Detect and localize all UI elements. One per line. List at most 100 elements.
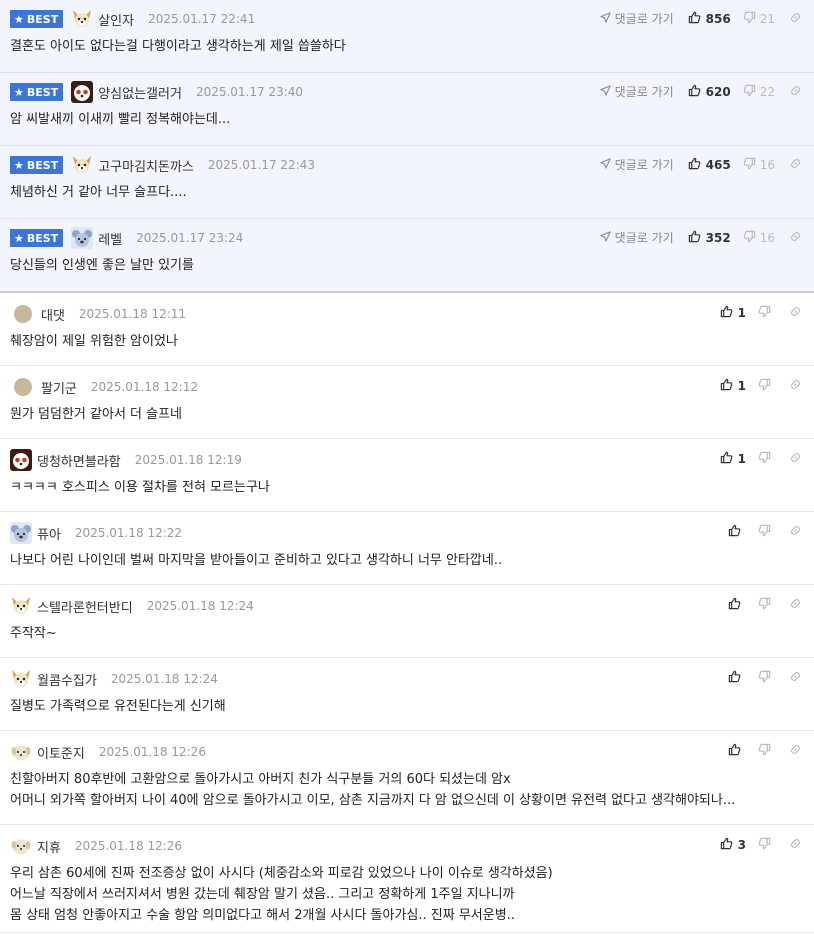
nickname[interactable]: 양심없는갤러거 [98,83,182,102]
nickname[interactable]: 댕청하면블라함 [37,451,121,470]
comment-text: 뭔가 덤덤한거 같아서 더 슬프네 [10,407,183,422]
nickname[interactable]: 월콤수집가 [37,670,97,689]
like-button[interactable]: 1 [720,378,746,394]
nickname[interactable]: 퓨아 [37,524,61,543]
go-to-reply-link[interactable]: 댓글로 가기 [600,83,674,100]
link-button[interactable] [789,230,802,246]
go-to-reply-link[interactable]: 댓글로 가기 [600,10,674,27]
dog-avatar[interactable] [71,154,93,176]
comment-actions [728,597,802,613]
comment-actions [728,743,802,759]
dog-avatar[interactable] [10,668,32,690]
dislike-button[interactable] [758,524,775,540]
dot-avatar[interactable] [14,305,32,323]
comment-text: 나보다 어린 나이인데 벌써 마지막을 받아들이고 준비하고 있다고 생각하니 … [10,553,503,568]
nickname[interactable]: 대댓 [41,305,65,324]
dislike-button[interactable] [758,597,775,613]
comment-actions: 댓글로 가기 465 16 [600,156,802,173]
nickname[interactable]: 지휴 [37,837,61,856]
like-button[interactable] [728,743,746,759]
like-button[interactable] [728,597,746,613]
dislike-count: 22 [759,84,775,99]
dislike-button[interactable] [758,743,775,759]
like-button[interactable]: 856 [688,11,731,27]
dislike-button[interactable] [758,305,775,321]
send-icon [600,11,611,26]
thumbs-down-icon [743,157,756,173]
dislike-button[interactable] [758,837,775,853]
comment-actions: 댓글로 가기 620 22 [600,83,802,100]
link-button[interactable] [789,670,802,686]
thumbs-up-icon [728,524,741,540]
dog-avatar[interactable] [71,8,93,30]
like-button[interactable]: 352 [688,230,731,246]
dislike-button[interactable]: 16 [743,157,775,173]
comment: 퓨아 2025.01.18 12:22 나보다 어린 나이인데 벌써 마지막을 받아… [0,512,814,585]
dislike-button[interactable]: 21 [743,11,775,27]
timestamp: 2025.01.18 12:12 [90,380,198,394]
like-count: 856 [705,11,731,26]
puppy-avatar[interactable] [10,741,32,763]
dislike-button[interactable] [758,378,775,394]
nickname[interactable]: 레벨 [98,229,122,248]
dislike-button[interactable]: 16 [743,230,775,246]
link-button[interactable] [789,524,802,540]
thumbs-down-icon [758,378,771,394]
comment-text: ㅋㅋㅋㅋ 호스피스 이용 절차를 전혀 모르는구나 [10,480,270,495]
panda-avatar[interactable] [10,449,32,471]
nickname[interactable]: 스텔라론헌터반디 [37,597,133,616]
link-button[interactable] [789,743,802,759]
link-button[interactable] [789,597,802,613]
dislike-button[interactable]: 22 [743,84,775,100]
link-button[interactable] [789,11,802,27]
koala-avatar[interactable] [10,522,32,544]
like-button[interactable]: 465 [688,157,731,173]
best-badge-label: BEST [26,85,59,99]
comment-actions: 댓글로 가기 352 16 [600,229,802,246]
puppy-avatar[interactable] [10,835,32,857]
thumbs-up-icon [688,11,701,27]
link-button[interactable] [789,378,802,394]
thumbs-down-icon [743,230,756,246]
comment-actions [728,524,802,540]
thumbs-down-icon [758,305,771,321]
link-icon [789,524,802,540]
like-button[interactable]: 1 [720,451,746,467]
comment-text: 췌장암이 제일 위험한 암이었나 [10,334,178,349]
dot-avatar[interactable] [14,378,32,396]
dislike-button[interactable] [758,670,775,686]
nickname[interactable]: 이토준지 [37,743,85,762]
timestamp: 2025.01.18 12:22 [74,526,183,540]
like-button[interactable]: 1 [720,305,746,321]
link-button[interactable] [789,837,802,853]
like-button[interactable]: 620 [688,84,731,100]
link-icon [789,837,802,853]
link-button[interactable] [789,157,802,173]
timestamp: 2025.01.18 12:24 [146,599,254,613]
nickname[interactable]: 살인자 [98,10,134,29]
send-icon [600,230,611,245]
koala-avatar[interactable] [71,227,94,249]
go-to-reply-link[interactable]: 댓글로 가기 [600,229,674,246]
like-button[interactable] [728,670,746,686]
dislike-count: 16 [759,157,775,172]
thumbs-down-icon [743,11,756,27]
comment-text: 주작작~ [10,626,57,641]
thumbs-up-icon [728,597,741,613]
nickname[interactable]: 고구마김치돈까스 [98,156,194,175]
thumbs-up-icon [720,378,733,394]
like-button[interactable]: 3 [720,837,746,853]
like-button[interactable] [728,524,746,540]
link-button[interactable] [789,451,802,467]
link-button[interactable] [789,84,802,100]
nickname[interactable]: 팔기군 [41,378,77,397]
dog-avatar[interactable] [10,595,32,617]
link-icon [789,597,802,613]
dislike-button[interactable] [758,451,775,467]
link-button[interactable] [789,305,802,321]
like-count: 3 [737,838,746,852]
timestamp: 2025.01.18 12:24 [110,672,218,686]
panda-avatar[interactable] [71,81,94,103]
go-to-reply-link[interactable]: 댓글로 가기 [600,156,674,173]
comment-list: ★ BEST 살인자 2025.01.17 22:41 댓글로 가기 856 21 결혼도 아… [0,0,814,933]
